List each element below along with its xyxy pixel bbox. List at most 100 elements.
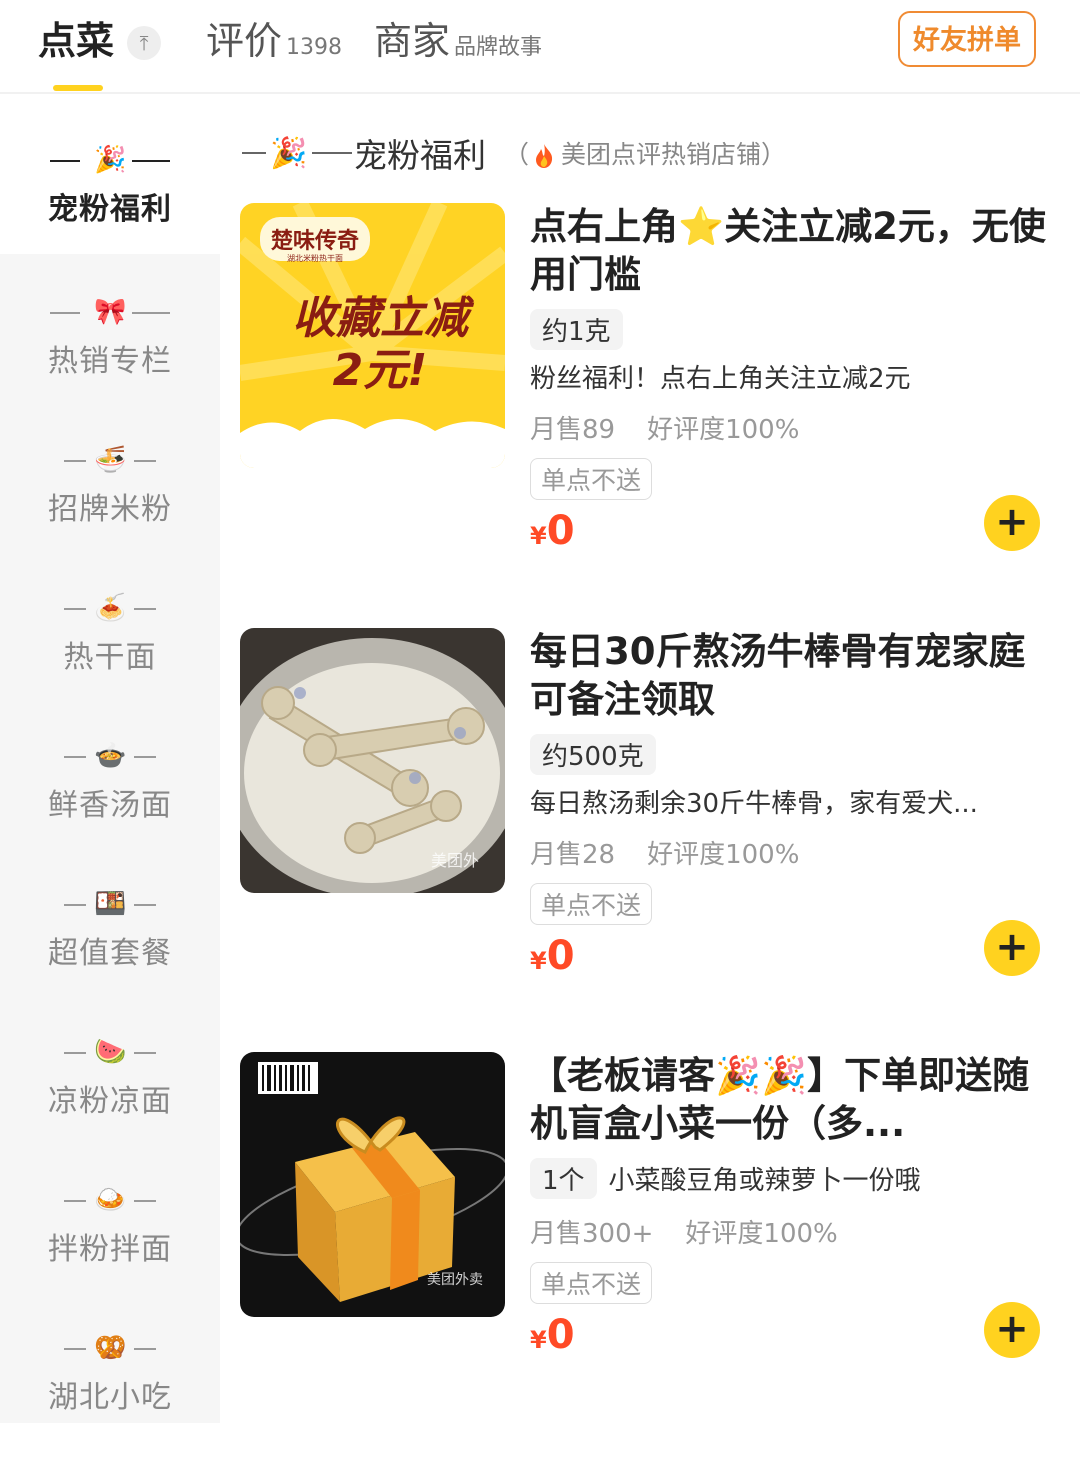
decoration-dash [134, 904, 156, 906]
pin-top-icon[interactable]: ⤒ [127, 26, 161, 60]
decoration-dash [134, 1200, 156, 1202]
decoration-dash [134, 1348, 156, 1350]
tab-merchant-label: 商家 [374, 19, 451, 63]
product-stats: 月售28 好评度100% [530, 834, 1050, 871]
sidebar-item[interactable]: 🍲 鲜香汤面 [0, 736, 220, 884]
decoration-dash [64, 608, 86, 610]
weight-tag: 1个 [530, 1158, 597, 1199]
sidebar-item[interactable]: 🍜 招牌米粉 [0, 440, 220, 588]
party-popper-icon: 🎉 [270, 135, 308, 171]
decoration-dash [64, 756, 86, 758]
sidebar-item[interactable]: 🍱 超值套餐 [0, 884, 220, 1032]
sidebar-item[interactable]: 🎉 宠粉福利 [0, 140, 220, 288]
decoration-dash [50, 312, 80, 314]
monthly-sales: 月售300+ [530, 1219, 654, 1249]
sidebar-item-decoration: 🍝 [0, 588, 220, 628]
sidebar-item[interactable]: 🍛 拌粉拌面 [0, 1180, 220, 1328]
tab-reviews[interactable]: 评价 1398 [206, 18, 342, 68]
product-image-promo[interactable]: 楚味传奇 湖北米粉热干面 收藏立减 2元! [240, 203, 505, 468]
rating: 好评度100% [685, 1219, 838, 1249]
product-title: 点右上角⭐️关注立减2元，无使用门槛 [530, 205, 1046, 296]
price-value: 0 [546, 933, 575, 979]
sidebar-item[interactable]: 🍉 凉粉凉面 [0, 1032, 220, 1180]
add-to-cart-button[interactable]: + [984, 1302, 1040, 1358]
sidebar-item-label: 拌粉拌面 [48, 1232, 172, 1267]
sidebar-item[interactable]: 🎀 热销专栏 [0, 292, 220, 440]
note-paren-close: ） [761, 140, 787, 169]
rating: 好评度100% [647, 840, 800, 870]
svg-text:2元!: 2元! [333, 345, 428, 396]
decoration-dash [134, 756, 156, 758]
product-info: 每日30斤熬汤牛棒骨有宠家庭可备注领取 约500克 每日熬汤剩余30斤牛棒骨，家… [530, 628, 1050, 979]
sidebar-item-label: 宠粉福利 [48, 192, 172, 227]
product-card[interactable]: 美团外 每日30斤熬汤牛棒骨有宠家庭可备注领取 约500克 每日熬汤剩余30斤牛… [240, 628, 1060, 1028]
weight-tag: 约500克 [530, 734, 656, 775]
svg-text:收藏立减: 收藏立减 [292, 293, 475, 344]
delivery-note-badge: 单点不送 [530, 1262, 653, 1304]
product-card[interactable]: 美团外卖 【老板请客🎉🎉】下单即送随机盲盒小菜一份（多... 1个 小菜酸豆角或… [240, 1052, 1060, 1452]
delivery-note-badge: 单点不送 [530, 883, 653, 925]
decoration-dash [132, 312, 170, 314]
price: ¥0 [530, 933, 1050, 979]
section-header: 🎉 宠粉福利 （ 美团点评热销店铺） [242, 128, 786, 178]
fire-icon [536, 144, 553, 168]
tab-order-label: 点菜 [38, 19, 115, 63]
add-to-cart-button[interactable]: + [984, 920, 1040, 976]
note-text: 美团点评热销店铺 [561, 140, 762, 169]
tab-merchant[interactable]: 商家 品牌故事 [374, 18, 542, 68]
party-popper-icon: 🎉 [94, 145, 127, 175]
product-description: 每日熬汤剩余30斤牛棒骨，家有爱犬... [530, 789, 978, 819]
sidebar-item[interactable]: 🍝 热干面 [0, 588, 220, 736]
decoration-dash [64, 904, 86, 906]
rice-bowl-icon: 🍛 [94, 1185, 127, 1215]
group-order-button[interactable]: 好友拼单 [898, 11, 1036, 67]
sidebar-item-label: 热销专栏 [48, 344, 172, 379]
decoration-dash [64, 1348, 86, 1350]
note-paren-open: （ [504, 140, 530, 169]
decoration-dash [134, 608, 156, 610]
decoration-dash [50, 160, 80, 162]
noodle-bowl-icon: 🍜 [94, 445, 127, 475]
section-note: （ 美团点评热销店铺） [504, 135, 786, 171]
pretzel-icon: 🥨 [94, 1333, 127, 1363]
sidebar-item-decoration: 🍉 [0, 1032, 220, 1072]
decoration-dash [132, 160, 170, 162]
tab-order[interactable]: 点菜 [38, 18, 114, 68]
spaghetti-icon: 🍝 [94, 593, 127, 623]
delivery-note-badge: 单点不送 [530, 458, 653, 500]
monthly-sales: 月售89 [530, 415, 616, 445]
product-description: 粉丝福利！点右上角关注立减2元 [530, 364, 911, 394]
product-title: 【老板请客🎉🎉】下单即送随机盲盒小菜一份（多... [530, 1054, 1030, 1145]
sidebar-item-label: 鲜香汤面 [48, 788, 172, 823]
decoration-dash [64, 1200, 86, 1202]
product-stats: 月售300+ 好评度100% [530, 1213, 1050, 1250]
decoration-dash [134, 1052, 156, 1054]
tab-reviews-label: 评价 [206, 19, 283, 63]
product-info: 【老板请客🎉🎉】下单即送随机盲盒小菜一份（多... 1个 小菜酸豆角或辣萝卜一份… [530, 1052, 1050, 1358]
monthly-sales: 月售28 [530, 840, 616, 870]
tab-reviews-count: 1398 [286, 35, 343, 60]
price: ¥0 [530, 508, 1050, 554]
svg-text:楚味传奇: 楚味传奇 [271, 228, 359, 254]
soup-bowl-icon: 🍲 [94, 741, 127, 771]
add-to-cart-button[interactable]: + [984, 495, 1040, 551]
header-dash [242, 152, 266, 154]
sidebar-item[interactable]: 🥨 湖北小吃 [0, 1328, 220, 1476]
sidebar-item-decoration: 🎀 [0, 292, 220, 332]
sidebar-item-decoration: 🥨 [0, 1328, 220, 1368]
section-title: 宠粉福利 [354, 136, 486, 175]
product-stats: 月售89 好评度100% [530, 409, 1050, 446]
sidebar-item-decoration: 🍜 [0, 440, 220, 480]
price-value: 0 [546, 1312, 575, 1358]
price: ¥0 [530, 1312, 1050, 1358]
currency-symbol: ¥ [530, 1326, 547, 1354]
price-value: 0 [546, 508, 575, 554]
product-image-bones[interactable]: 美团外 [240, 628, 505, 893]
currency-symbol: ¥ [530, 522, 547, 550]
currency-symbol: ¥ [530, 947, 547, 975]
product-image-giftbox[interactable]: 美团外卖 [240, 1052, 505, 1317]
tab-merchant-sub: 品牌故事 [454, 35, 543, 60]
svg-text:湖北米粉热干面: 湖北米粉热干面 [287, 253, 343, 263]
product-card[interactable]: 楚味传奇 湖北米粉热干面 收藏立减 2元! 点右上角⭐️关注立减2元，无使用门槛… [240, 203, 1060, 603]
sidebar-item-label: 热干面 [63, 640, 157, 675]
